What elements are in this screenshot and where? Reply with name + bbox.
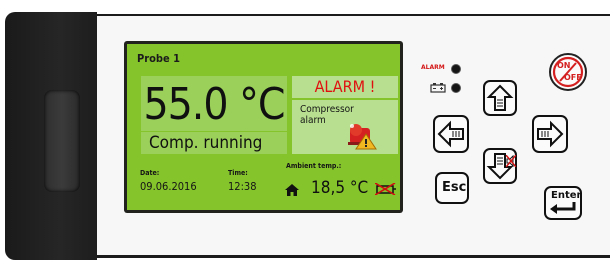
arrow-left-icon <box>437 120 464 148</box>
battery-icon <box>430 83 446 93</box>
right-button[interactable] <box>532 115 568 153</box>
alarm-panel: ALARM ! <box>292 76 398 98</box>
alarm-text: ALARM ! <box>314 77 376 96</box>
on-off-button[interactable]: ON OFF <box>549 53 587 91</box>
status-panel: Comp. running <box>141 132 287 154</box>
alarm-detail-line1: Compressor <box>300 104 354 115</box>
compressor-warning-icon <box>348 124 377 150</box>
down-button[interactable] <box>483 148 517 184</box>
status-text: Comp. running <box>149 133 263 153</box>
enter-button[interactable]: Enter <box>544 186 582 220</box>
alarm-detail-panel: Compressor alarm <box>292 100 398 154</box>
home-icon <box>285 184 299 196</box>
temperature-panel: 55.0 °C <box>141 76 287 131</box>
time-value: 12:38 <box>228 180 257 193</box>
probe-label: Probe 1 <box>137 52 181 65</box>
date-label: Date: <box>140 169 160 177</box>
temperature-value: 55.0 °C <box>143 79 285 130</box>
alarm-led <box>451 64 461 74</box>
sensor-fault-icon <box>375 183 396 195</box>
date-value: 09.06.2016 <box>140 180 197 193</box>
alarm-indicator-label: ALARM <box>421 64 445 71</box>
side-grip <box>44 90 80 192</box>
on-label: ON <box>557 61 571 70</box>
off-label: OFF <box>564 73 582 82</box>
time-label: Time: <box>228 169 248 177</box>
esc-label: Esc <box>442 180 467 195</box>
left-button[interactable] <box>433 115 469 153</box>
device-side-bezel <box>5 12 97 260</box>
esc-button[interactable]: Esc <box>435 172 469 204</box>
alarm-detail-line2: alarm <box>300 115 326 126</box>
ambient-label: Ambient temp.: <box>286 162 342 170</box>
lcd-screen: Probe 1 55.0 °C Comp. running ALARM ! Co… <box>127 44 400 210</box>
arrow-right-icon <box>537 120 564 148</box>
battery-led <box>451 83 461 93</box>
up-button[interactable] <box>483 80 517 116</box>
ambient-value: 18,5 °C <box>311 178 369 198</box>
enter-arrow-icon <box>550 202 576 214</box>
alarm-mute-icon <box>506 155 516 167</box>
arrow-up-icon <box>486 84 514 111</box>
